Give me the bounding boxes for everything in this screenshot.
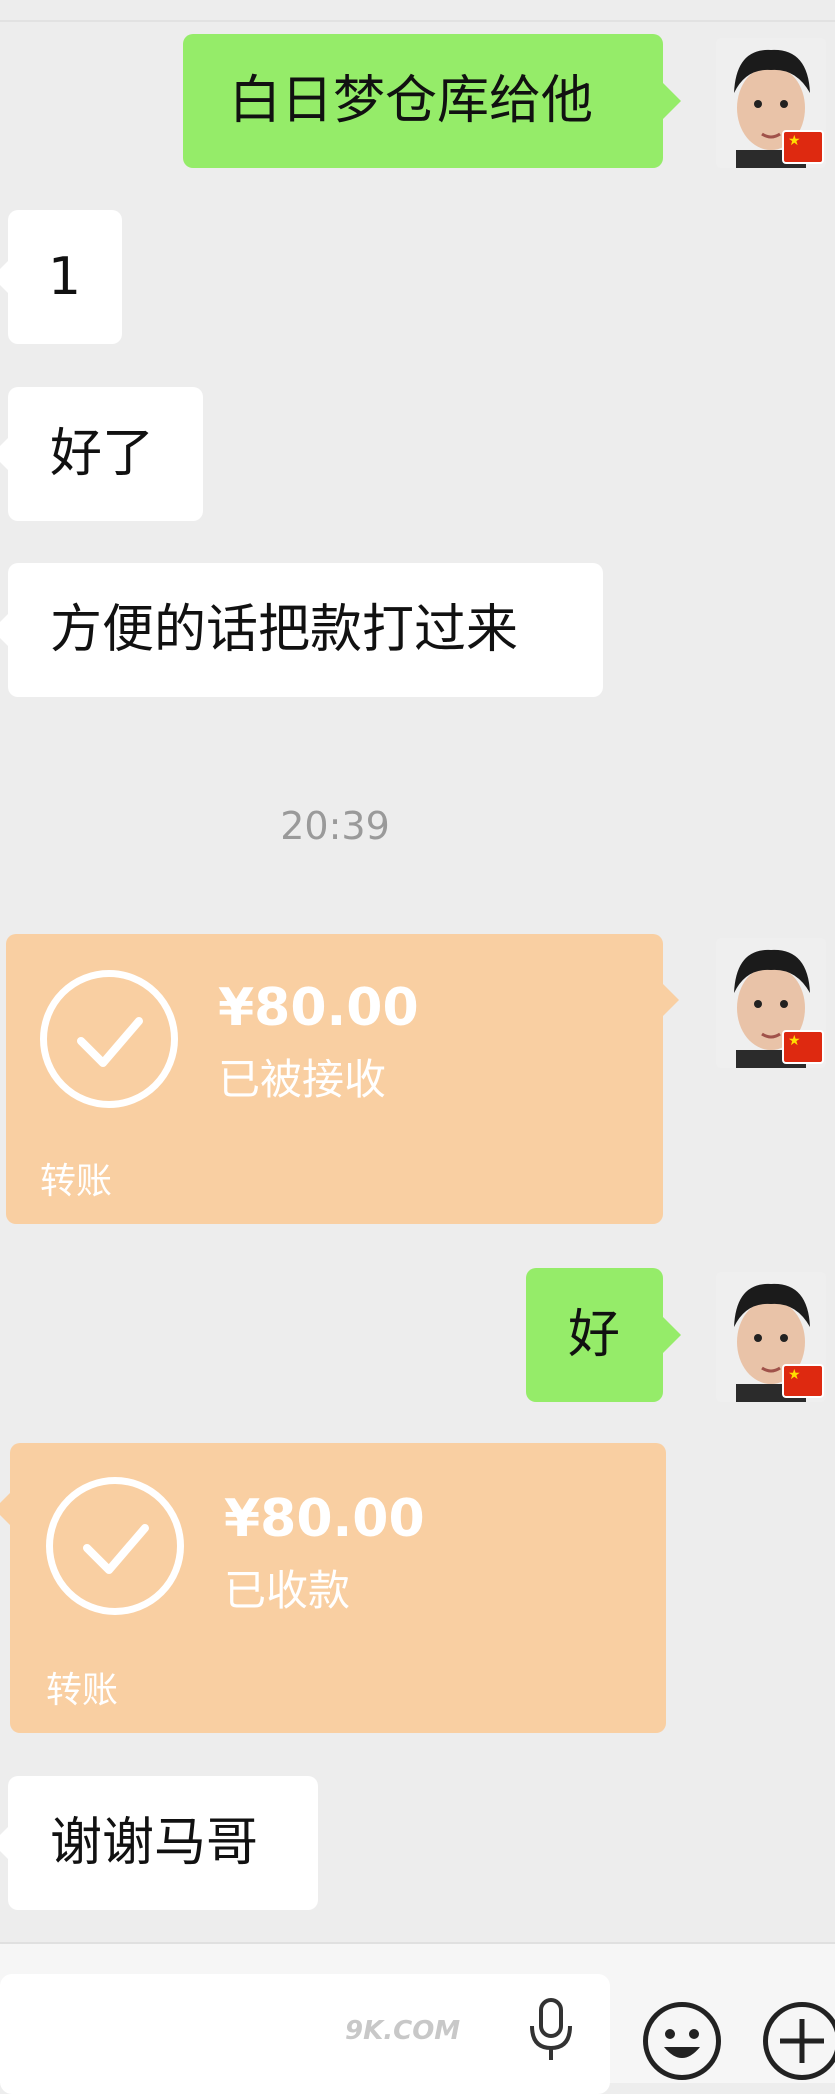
transfer-card[interactable]: ¥80.00 已被接收 转账 xyxy=(6,934,679,1224)
smiley-icon xyxy=(664,2029,700,2058)
received-message-bubble[interactable]: 方便的话把款打过来 xyxy=(0,563,603,697)
china-flag-icon: ★ xyxy=(782,130,824,164)
top-divider xyxy=(0,20,835,22)
message-text: 好 xyxy=(568,1305,621,1365)
transfer-amount: ¥80.00 xyxy=(224,1489,425,1549)
message-text: 白日梦仓库给他 xyxy=(229,71,594,131)
china-flag-icon: ★ xyxy=(782,1364,824,1398)
check-circle-icon xyxy=(46,1477,184,1615)
transfer-amount: ¥80.00 xyxy=(218,978,419,1038)
message-text: 1 xyxy=(48,247,82,307)
transfer-label: 转账 xyxy=(40,1161,113,1202)
plus-icon xyxy=(780,2019,824,2063)
received-message-bubble[interactable]: 谢谢马哥 xyxy=(0,1776,318,1910)
check-circle-icon xyxy=(40,970,178,1108)
transfer-card[interactable]: ¥80.00 已收款 转账 xyxy=(0,1443,666,1733)
message-text: 方便的话把款打过来 xyxy=(50,600,519,660)
emoji-button[interactable] xyxy=(643,2002,721,2080)
more-button[interactable] xyxy=(763,2002,835,2080)
input-bar: 9K.COM xyxy=(0,1942,835,2094)
message-text: 好了 xyxy=(50,424,155,484)
message-input[interactable]: 9K.COM xyxy=(0,1974,610,2094)
china-flag-icon: ★ xyxy=(782,1030,824,1064)
received-message-bubble[interactable]: 好了 xyxy=(0,387,203,521)
transfer-status: 已被接收 xyxy=(218,1055,387,1104)
message-text: 谢谢马哥 xyxy=(50,1813,259,1873)
sent-message-bubble[interactable]: 好 xyxy=(526,1268,681,1402)
transfer-status: 已收款 xyxy=(224,1566,351,1615)
received-message-bubble[interactable]: 1 xyxy=(0,210,122,344)
avatar[interactable]: ★ xyxy=(716,1272,826,1402)
transfer-label: 转账 xyxy=(46,1670,119,1711)
avatar[interactable]: ★ xyxy=(716,938,826,1068)
timestamp: 20:39 xyxy=(280,804,390,848)
watermark: 9K.COM xyxy=(345,2016,461,2046)
microphone-icon[interactable] xyxy=(526,1996,576,2066)
avatar[interactable]: ★ xyxy=(716,38,826,168)
sent-message-bubble[interactable]: 白日梦仓库给他 xyxy=(183,34,681,168)
